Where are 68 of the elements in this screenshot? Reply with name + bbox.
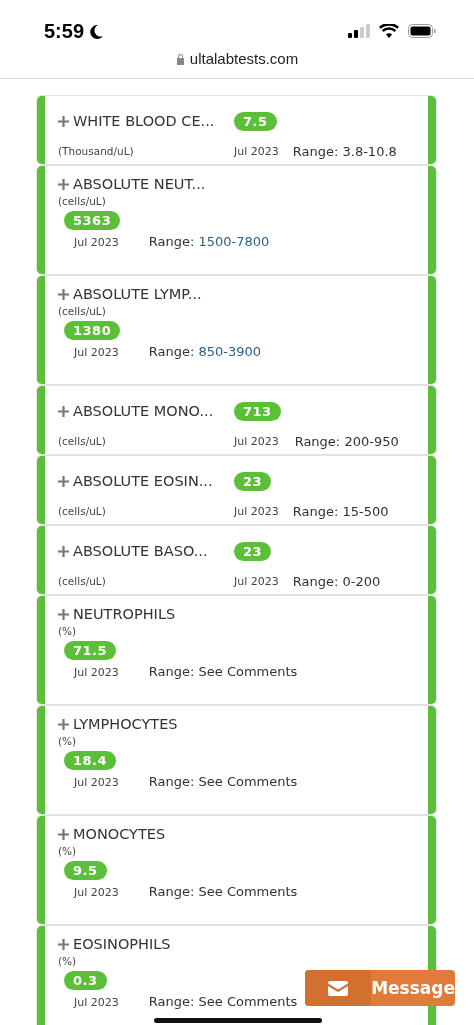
test-name[interactable]: EOSINOPHILS — [73, 936, 171, 952]
plus-icon[interactable] — [58, 178, 69, 190]
range-text: Range: See Comments — [148, 774, 298, 789]
range-text: Range: See Comments — [148, 664, 298, 679]
units-text: (cells/uL) — [58, 305, 107, 317]
units-text: (Thousand/uL) — [58, 145, 135, 158]
units-text: (cells/uL) — [58, 575, 107, 588]
date-text: Jul 2023 — [74, 996, 119, 1009]
range-text: Range: 200-950 — [293, 433, 400, 449]
plus-icon[interactable] — [58, 115, 69, 127]
units-text: (%) — [58, 845, 78, 857]
units-text: (%) — [58, 955, 78, 967]
test-name[interactable]: WHITE BLOOD CE... — [73, 113, 215, 130]
date-text: Jul 2023 — [74, 236, 119, 249]
test-name[interactable]: ABSOLUTE NEUT... — [73, 176, 206, 192]
value-badge: 23 — [234, 472, 272, 492]
value-badge: 713 — [234, 402, 281, 422]
date-text: Jul 2023 — [74, 666, 119, 679]
plus-icon[interactable] — [58, 288, 69, 300]
signal-icon — [348, 24, 370, 38]
units-text: (cells/uL) — [58, 435, 107, 448]
date-text: Jul 2023 — [234, 504, 279, 518]
range-text: Range: 850-3900 — [148, 344, 262, 359]
plus-icon[interactable] — [58, 608, 69, 620]
lock-icon — [175, 52, 185, 65]
units-text: (cells/uL) — [58, 195, 107, 207]
test-name[interactable]: ABSOLUTE EOSIN... — [73, 473, 213, 490]
plus-icon[interactable] — [58, 828, 69, 840]
value-badge: 23 — [234, 542, 272, 562]
date-text: Jul 2023 — [74, 346, 119, 359]
plus-icon[interactable] — [58, 545, 69, 557]
test-name[interactable]: MONOCYTES — [73, 826, 166, 842]
date-text: Jul 2023 — [74, 886, 119, 899]
clock-text: 5:59 — [44, 20, 85, 43]
test-name[interactable]: ABSOLUTE MONO... — [73, 403, 214, 420]
range-text: Range: 0-200 — [291, 573, 382, 589]
wifi-icon — [379, 24, 399, 38]
value-badge: 0.3 — [64, 971, 107, 990]
value-badge: 18.4 — [64, 751, 117, 770]
moon-icon — [88, 23, 105, 40]
date-text: Jul 2023 — [234, 144, 279, 158]
test-name[interactable]: ABSOLUTE BASO... — [73, 543, 208, 560]
test-name[interactable]: LYMPHOCYTES — [73, 716, 178, 732]
units-text: (%) — [58, 625, 78, 637]
plus-icon[interactable] — [58, 405, 69, 417]
range-text: Range: See Comments — [148, 994, 298, 1009]
units-text: (%) — [58, 735, 78, 747]
value-badge: 1380 — [64, 321, 121, 340]
plus-icon[interactable] — [58, 938, 69, 950]
range-text: Range: 3.8-10.8 — [291, 143, 398, 159]
url-text[interactable]: ultalabtests.com — [189, 50, 299, 67]
envelope-icon — [328, 980, 349, 996]
range-text: Range: See Comments — [148, 884, 298, 899]
range-text: Range: 15-500 — [291, 503, 390, 519]
date-text: Jul 2023 — [234, 574, 279, 588]
date-text: Jul 2023 — [234, 434, 280, 448]
value-badge: 71.5 — [64, 641, 117, 660]
plus-icon[interactable] — [58, 475, 69, 487]
test-name[interactable]: NEUTROPHILS — [73, 606, 176, 622]
test-name[interactable]: ABSOLUTE LYMP... — [73, 286, 202, 302]
value-badge: 5363 — [64, 211, 121, 230]
units-text: (cells/uL) — [58, 505, 107, 518]
plus-icon[interactable] — [58, 718, 69, 730]
date-text: Jul 2023 — [74, 776, 119, 789]
range-text: Range: 1500-7800 — [148, 234, 270, 249]
value-badge: 9.5 — [64, 861, 107, 880]
battery-icon — [408, 24, 436, 38]
value-badge: 7.5 — [234, 112, 277, 132]
